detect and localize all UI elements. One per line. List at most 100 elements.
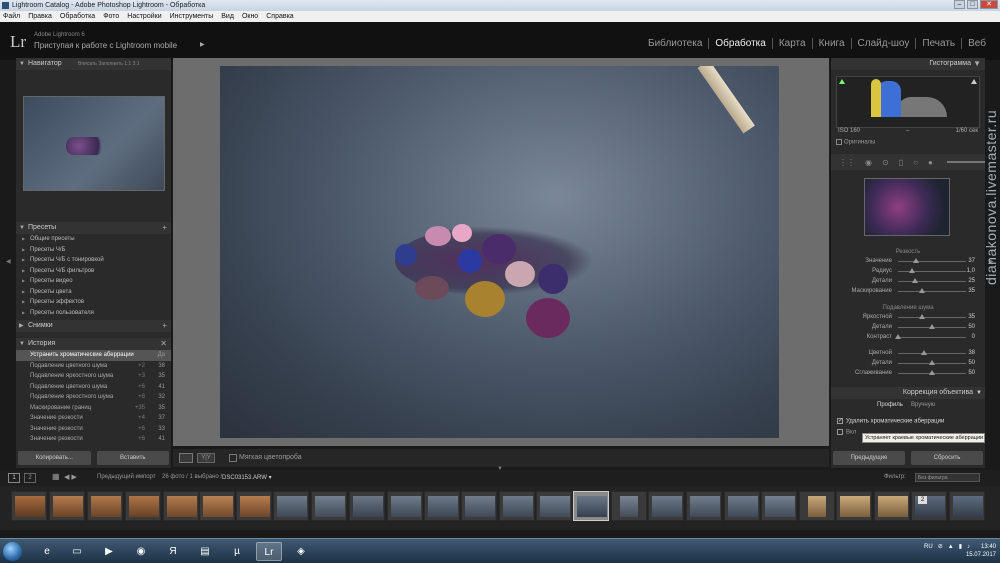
preset-folder[interactable]: Пресеты пользователя: [16, 308, 171, 319]
graduated-filter-icon[interactable]: ▯: [899, 158, 903, 167]
module-print[interactable]: Печать: [915, 38, 961, 49]
collapse-triangle-icon[interactable]: ▼: [19, 222, 25, 234]
menu-settings[interactable]: Настройки: [127, 11, 161, 22]
slider-row[interactable]: Радиус 1,0: [831, 266, 985, 276]
brush-icon[interactable]: ●: [928, 158, 933, 167]
filmstrip-thumbnail[interactable]: [874, 491, 910, 521]
reset-button[interactable]: Сбросить: [911, 451, 983, 465]
menu-photo[interactable]: Фото: [103, 11, 119, 22]
filmstrip-thumbnail[interactable]: [236, 491, 272, 521]
primary-window-button[interactable]: 1: [8, 473, 20, 483]
lens-corrections-header[interactable]: Коррекция объектива ▼: [831, 387, 985, 399]
yandex-browser-icon[interactable]: Я: [160, 542, 186, 561]
internet-explorer-icon[interactable]: e: [34, 542, 60, 561]
image-viewer-icon[interactable]: ◈: [288, 542, 314, 561]
previous-settings-button[interactable]: Предыдущие: [833, 451, 905, 465]
filmstrip-thumbnail[interactable]: [387, 491, 423, 521]
minimize-button[interactable]: –: [954, 0, 965, 9]
module-library[interactable]: Библиотека: [642, 38, 708, 49]
start-button[interactable]: [3, 542, 22, 561]
source-label[interactable]: Предыдущий импорт: [97, 474, 156, 480]
menu-help[interactable]: Справка: [266, 11, 293, 22]
slider-knob[interactable]: [908, 268, 915, 273]
histogram[interactable]: [836, 76, 980, 128]
history-header[interactable]: ▼ История ✕: [16, 338, 171, 350]
module-map[interactable]: Карта: [771, 38, 812, 49]
filmstrip-thumbnail[interactable]: [949, 491, 985, 521]
filmstrip-thumbnail[interactable]: [125, 491, 161, 521]
add-snapshot-icon[interactable]: +: [162, 320, 167, 332]
slider-row[interactable]: Детали 50: [831, 358, 985, 368]
history-step[interactable]: Маскирование границ +35 35: [16, 403, 171, 414]
chrome-icon[interactable]: ◉: [128, 542, 154, 561]
filmstrip-thumbnail[interactable]: [724, 491, 760, 521]
filmstrip-thumbnail[interactable]: [273, 491, 309, 521]
filmstrip-thumbnail[interactable]: [424, 491, 460, 521]
history-step[interactable]: Устранить хроматические аберрации Да: [16, 350, 171, 361]
filmstrip-thumbnail[interactable]: [686, 491, 722, 521]
antivirus-icon[interactable]: ⊘: [938, 543, 943, 550]
menu-window[interactable]: Окно: [242, 11, 258, 22]
collapse-triangle-icon[interactable]: ▼: [19, 58, 25, 70]
slider-knob[interactable]: [920, 350, 927, 355]
filmstrip-thumbnail[interactable]: [536, 491, 572, 521]
slider-row[interactable]: Маскирование 35: [831, 286, 985, 296]
slider-knob[interactable]: [929, 324, 935, 329]
filmstrip-thumbnail[interactable]: [461, 491, 497, 521]
history-step[interactable]: Подавление яркостного шума +8 32: [16, 392, 171, 403]
preset-folder[interactable]: Пресеты Ч/Б фильтров: [16, 266, 171, 277]
utorrent-icon[interactable]: µ: [224, 542, 250, 561]
slider-knob[interactable]: [895, 334, 901, 339]
preset-folder[interactable]: Пресеты Ч/Б с тонировкой: [16, 255, 171, 266]
remove-ca-checkbox[interactable]: ✓ Удалить хроматические аберрации: [837, 418, 944, 425]
slider-row[interactable]: Значение 37: [831, 256, 985, 266]
module-web[interactable]: Веб: [961, 38, 992, 49]
navigator-header[interactable]: ▼ Навигатор Вписать Заполнить 1:1 3:1: [16, 58, 171, 70]
paste-settings-button[interactable]: Вставить: [96, 451, 169, 465]
module-book[interactable]: Книга: [811, 38, 851, 49]
loupe-view-button[interactable]: [179, 453, 193, 463]
secondary-window-button[interactable]: 2: [24, 473, 36, 483]
slider-knob[interactable]: [929, 370, 935, 375]
presets-header[interactable]: ▼ Пресеты +: [16, 222, 171, 234]
tab-manual[interactable]: Вручную: [911, 402, 935, 408]
module-develop[interactable]: Обработка: [708, 38, 771, 49]
history-step[interactable]: Значение резкости +6 33: [16, 424, 171, 435]
left-panel-toggle-icon[interactable]: ◀: [6, 258, 11, 265]
identity-plate-tagline[interactable]: Приступая к работе с Lightroom mobile: [34, 41, 177, 50]
menu-file[interactable]: Файл: [3, 11, 20, 22]
filmstrip-thumbnail[interactable]: [499, 491, 535, 521]
filmstrip-thumbnail[interactable]: [648, 491, 684, 521]
history-step[interactable]: Значение резкости +4 37: [16, 413, 171, 424]
tool-slider[interactable]: [946, 161, 985, 163]
preset-folder[interactable]: Пресеты Ч/Б: [16, 245, 171, 256]
menu-develop[interactable]: Обработка: [60, 11, 95, 22]
copy-settings-button[interactable]: Копировать...: [18, 451, 91, 465]
maximize-button[interactable]: □: [967, 0, 978, 9]
tab-profile[interactable]: Профиль: [877, 402, 903, 408]
spot-removal-icon[interactable]: ◉: [865, 158, 872, 167]
detail-preview[interactable]: [864, 178, 950, 236]
lightroom-taskbar-icon[interactable]: Lr: [256, 542, 282, 561]
tray-arrow-icon[interactable]: ▲: [948, 544, 954, 550]
history-step[interactable]: Значение резкости +6 41: [16, 434, 171, 445]
menu-tools[interactable]: Инструменты: [170, 11, 214, 22]
checkmark-icon[interactable]: ✓: [837, 418, 843, 424]
clock[interactable]: 13:40 15.07.2017: [966, 543, 996, 559]
media-player-icon[interactable]: ▶: [96, 542, 122, 561]
slider-knob[interactable]: [918, 288, 925, 293]
collapse-triangle-icon[interactable]: ▼: [973, 58, 981, 70]
filmstrip-thumbnail[interactable]: [163, 491, 199, 521]
filmstrip-thumbnail[interactable]: [311, 491, 347, 521]
nav-arrows-icon[interactable]: ◀ ▶: [64, 473, 77, 481]
history-step[interactable]: Подавление цветного шума +6 41: [16, 382, 171, 393]
menu-view[interactable]: Вид: [221, 11, 234, 22]
original-photo-toggle[interactable]: Оригиналы: [836, 139, 875, 146]
highlight-clipping-icon[interactable]: [971, 79, 977, 84]
main-photo[interactable]: [220, 66, 779, 438]
preset-folder[interactable]: Пресеты цвета: [16, 287, 171, 298]
network-icon[interactable]: ▮: [959, 543, 962, 550]
filter-select[interactable]: Без фильтра: [915, 473, 980, 482]
filmstrip-thumbnail[interactable]: [199, 491, 235, 521]
close-button[interactable]: ✕: [980, 0, 998, 9]
